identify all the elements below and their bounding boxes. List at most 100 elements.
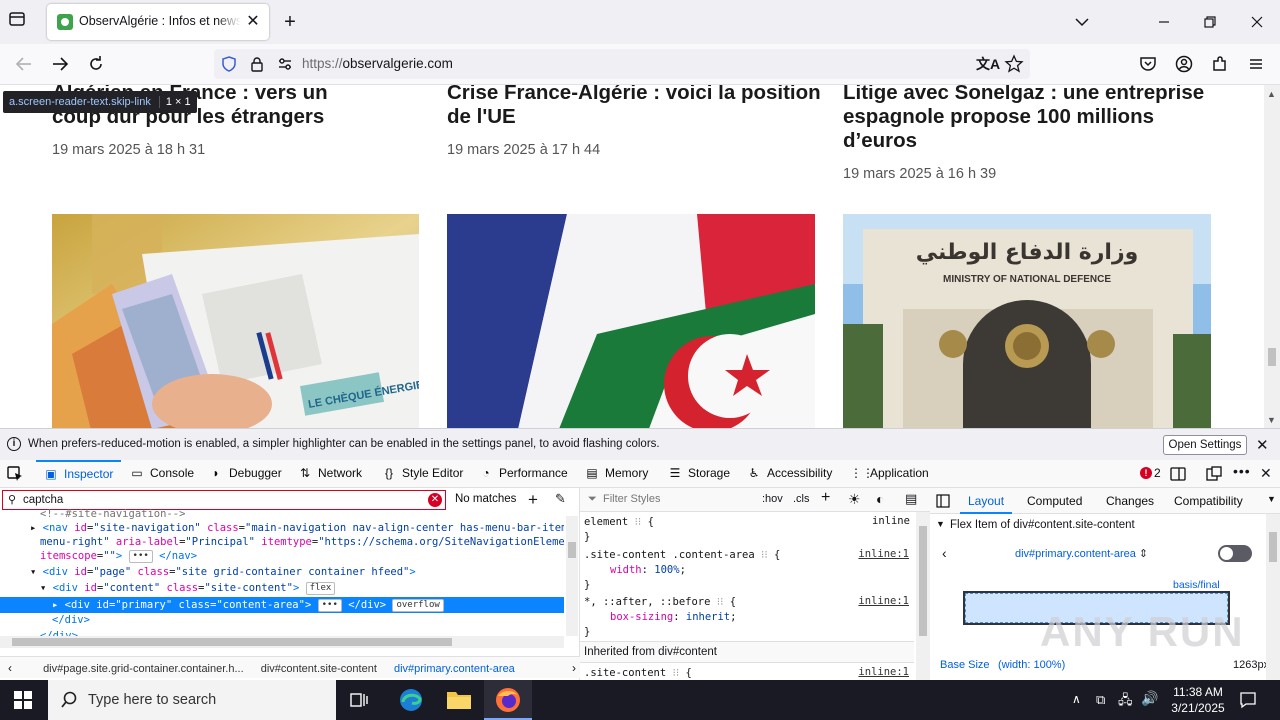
error-icon[interactable]: ! (1140, 467, 1152, 479)
markup-line-primary-selected[interactable]: ▸ <div id="primary" class="content-area"… (0, 597, 564, 613)
markup-h-scrollbar[interactable] (0, 636, 564, 648)
url-bar[interactable]: https://observalgerie.com 文A (214, 49, 1030, 79)
rule-element[interactable]: element ⁝⁝ { (584, 515, 910, 529)
markup-line-page[interactable]: ▾ <div id="page" class="site grid-contai… (0, 564, 564, 580)
permissions-icon[interactable] (276, 55, 294, 73)
pocket-icon[interactable] (1136, 52, 1160, 76)
tab-debugger[interactable]: ◗ Debugger (209, 460, 281, 488)
article-image-france-algerie-flags[interactable] (447, 214, 815, 428)
rule-3-source[interactable]: inline:1 (858, 666, 909, 678)
article-image-ministry-defence[interactable]: وزارة الدفاع الوطني MINISTRY OF NATIONAL… (843, 214, 1211, 428)
h-scrollbar-thumb[interactable] (12, 638, 452, 646)
account-icon[interactable] (1172, 52, 1196, 76)
rules-scrollbar[interactable] (916, 512, 930, 680)
translate-icon[interactable]: 文A (976, 54, 1000, 74)
back-icon[interactable] (12, 52, 36, 76)
rule-2-source[interactable]: inline:1 (858, 595, 909, 607)
taskbar-clock[interactable]: 11:38 AM 3/21/2025 (1162, 684, 1234, 716)
filter-styles-input[interactable]: Filter Styles (603, 493, 660, 505)
dark-scheme-icon[interactable]: ◐ (876, 491, 884, 507)
notifications-icon[interactable] (1238, 690, 1258, 710)
clear-search-icon[interactable]: ✕ (428, 493, 442, 507)
browser-tab[interactable]: ObservAlgérie : Infos et news politique … (47, 4, 269, 40)
list-all-tabs-icon[interactable] (1070, 10, 1094, 34)
breadcrumb-page[interactable]: div#page.site.grid-container.container.h… (43, 663, 244, 675)
restore-icon[interactable] (1198, 10, 1222, 34)
window-close-icon[interactable] (1245, 10, 1269, 34)
back-chevron-icon[interactable]: ‹ (942, 545, 947, 561)
hov-toggle[interactable]: :hov (762, 493, 783, 505)
breadcrumb-content[interactable]: div#content.site-content (261, 663, 377, 675)
rule-1-declaration[interactable]: width: 100%; (610, 563, 936, 577)
dock-side-icon[interactable] (1206, 466, 1222, 482)
scroll-up-icon[interactable]: ▲ (1267, 89, 1276, 99)
tray-overflow-icon[interactable]: ∧ (1072, 692, 1081, 706)
new-tab-icon[interactable]: + (278, 10, 302, 34)
markup-line[interactable]: </div> (0, 628, 564, 636)
breadcrumb-primary[interactable]: div#primary.content-area (394, 663, 515, 675)
tab-changes[interactable]: Changes (1106, 488, 1154, 514)
firefox-view-icon[interactable] (8, 10, 32, 34)
markup-line[interactable]: </div> (0, 612, 564, 628)
responsive-mode-icon[interactable] (1170, 466, 1186, 482)
error-count[interactable]: 2 (1154, 466, 1161, 480)
tab-close-icon[interactable]: ✕ (243, 12, 263, 32)
tab-console[interactable]: ▭ Console (130, 460, 194, 488)
lock-icon[interactable] (248, 55, 266, 73)
print-media-icon[interactable]: ▤ (905, 491, 917, 507)
tab-memory[interactable]: ▤ Memory (585, 460, 648, 488)
bookmark-star-icon[interactable] (1004, 54, 1024, 74)
tab-inspector[interactable]: ▣ Inspector (36, 460, 122, 488)
open-settings-button[interactable]: Open Settings (1163, 435, 1247, 455)
scroll-down-icon[interactable]: ▼ (1267, 415, 1276, 425)
page-scrollbar[interactable]: ▲ ▼ (1264, 85, 1280, 428)
breadcrumb-right-icon[interactable]: › (572, 657, 576, 678)
tab-storage[interactable]: ☰ Storage (668, 460, 730, 488)
add-rule-icon[interactable]: + (821, 489, 830, 507)
tab-application[interactable]: ⋮⋮Application (850, 460, 929, 488)
tab-layout[interactable]: Layout (960, 488, 1013, 514)
extensions-icon[interactable] (1208, 52, 1232, 76)
breadcrumb-left-icon[interactable]: ‹ (0, 661, 20, 675)
article-title-2[interactable]: Crise France-Algérie : voici la position… (447, 85, 827, 129)
article-title-3[interactable]: Litige avec Sonelgaz : une entreprise es… (843, 85, 1223, 153)
edge-icon[interactable] (398, 687, 424, 713)
rule-2-declaration[interactable]: box-sizing: inherit; (610, 610, 936, 624)
flex-item-selector[interactable]: div#primary.content-area ⇕ (1015, 547, 1148, 560)
devtools-close-icon[interactable]: ✕ (1260, 465, 1272, 482)
eyedropper-icon[interactable]: ✎ (555, 491, 566, 507)
toggle-sidebar-icon[interactable] (936, 494, 950, 508)
firefox-taskbar-button[interactable] (484, 680, 532, 720)
windows-start-icon[interactable] (14, 691, 32, 709)
tray-device-icon[interactable]: ⧉ (1096, 692, 1105, 708)
markup-line[interactable]: itemscope=""> ••• </nav> (0, 548, 564, 564)
tracking-protection-shield-icon[interactable] (220, 55, 238, 73)
tab-network[interactable]: ⇅ Network (298, 460, 362, 488)
cls-toggle[interactable]: .cls (793, 493, 810, 505)
reload-icon[interactable] (84, 52, 108, 76)
scrollbar-thumb[interactable] (1268, 348, 1276, 366)
tab-style-editor[interactable]: {} Style Editor (382, 460, 463, 488)
volume-icon[interactable]: 🔊 (1141, 690, 1158, 707)
network-tray-icon[interactable]: 🖧 (1118, 691, 1133, 713)
minimize-icon[interactable] (1152, 10, 1176, 34)
layout-scrollbar[interactable] (1266, 514, 1280, 680)
forward-icon[interactable] (48, 52, 72, 76)
more-options-icon[interactable]: ••• (1233, 463, 1251, 479)
tab-computed[interactable]: Computed (1027, 488, 1082, 514)
layout-scrollbar-thumb[interactable] (1269, 532, 1277, 562)
article-image-cheque-energie[interactable]: LE CHÈQUE ÉNERGIE (52, 214, 419, 428)
more-tabs-icon[interactable]: ▼ (1267, 494, 1276, 504)
flex-highlight-toggle[interactable] (1218, 545, 1252, 562)
notification-close-icon[interactable]: ✕ (1256, 436, 1269, 454)
task-view-icon[interactable] (349, 690, 369, 710)
light-scheme-icon[interactable]: ☀ (848, 491, 861, 508)
element-picker-icon[interactable] (6, 465, 24, 483)
tab-performance[interactable]: ◔ Performance (479, 460, 567, 488)
rule-1-source[interactable]: inline:1 (858, 548, 909, 560)
tab-compatibility[interactable]: Compatibility (1174, 488, 1243, 514)
markup-v-scrollbar[interactable] (566, 516, 578, 636)
markup-line-content[interactable]: ▾ <div id="content" class="site-content"… (0, 580, 564, 596)
taskbar-search-box[interactable]: Type here to search (48, 680, 336, 720)
tab-accessibility[interactable]: ♿ Accessibility (747, 460, 833, 488)
